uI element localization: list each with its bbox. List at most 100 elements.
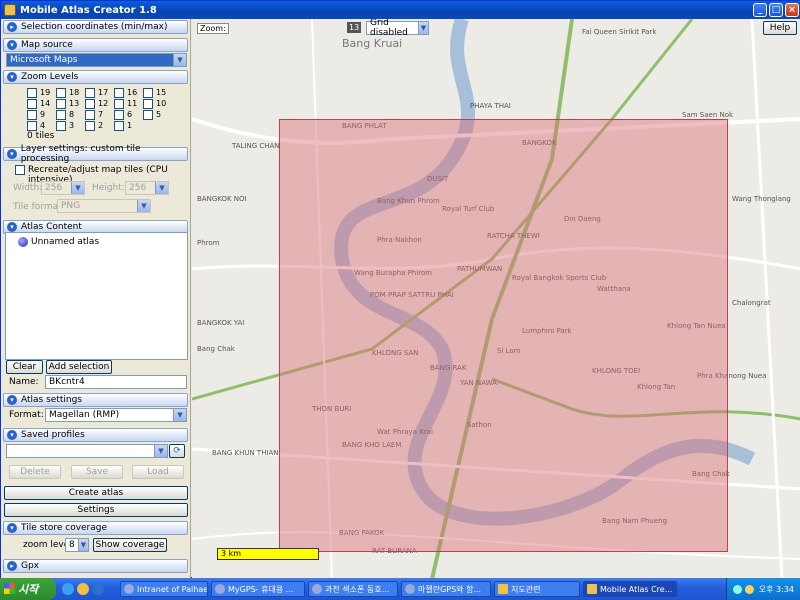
refresh-profiles-button[interactable]: ⟳ (169, 444, 185, 458)
selection-rectangle[interactable] (279, 119, 728, 552)
maximize-button[interactable]: □ (769, 3, 783, 17)
help-button[interactable]: Help (763, 21, 797, 35)
zoom-level-checkbox[interactable] (114, 88, 124, 98)
section-zoom-levels[interactable]: ▾ Zoom Levels (3, 70, 188, 84)
network-icon[interactable] (732, 584, 742, 594)
zoom-level-checkbox[interactable] (56, 121, 66, 131)
zoom-level-checkbox[interactable] (85, 110, 95, 120)
add-selection-button[interactable]: Add selection (46, 360, 112, 374)
zoom-level-checkbox[interactable] (114, 110, 124, 120)
section-selection-coordinates[interactable]: ▸ Selection coordinates (min/max) (3, 20, 188, 34)
atlas-format-select[interactable]: Magellan (RMP) ▼ (45, 408, 187, 422)
save-profile-button[interactable]: Save (71, 465, 123, 479)
zoom-level-checkbox[interactable] (85, 99, 95, 109)
map-place-label: Phrom (197, 239, 220, 247)
load-profile-button[interactable]: Load (132, 465, 184, 479)
browser-icon[interactable] (62, 583, 74, 595)
zoom-level-checkbox[interactable] (143, 99, 153, 109)
width-label: Width: (13, 183, 43, 193)
collapse-icon: ▾ (7, 40, 17, 50)
zoom-level-label: 2 (98, 121, 104, 130)
zoom-level-label: 12 (98, 99, 109, 108)
start-button[interactable]: 시작 (0, 578, 56, 600)
scale-bar: 3 km (217, 548, 319, 560)
profile-select[interactable]: ▼ (6, 444, 168, 458)
clear-button[interactable]: Clear (6, 360, 43, 374)
app-window: Mobile Atlas Creator 1.8 _ □ × ▸ Selectio… (0, 0, 800, 579)
section-gpx[interactable]: ▸ Gpx (3, 559, 188, 573)
atlas-format-label: Format: (9, 410, 44, 420)
taskbar-item[interactable]: Intranet of Palhae... (120, 581, 208, 597)
ie-icon[interactable] (92, 583, 104, 595)
zoom-level-checkbox[interactable] (27, 99, 37, 109)
section-tile-store-coverage[interactable]: ▾ Tile store coverage (3, 521, 188, 535)
left-panel: ▸ Selection coordinates (min/max) ▾ Map so… (1, 19, 191, 579)
taskbar-item[interactable]: 과천 색소폰 동호... (308, 581, 398, 597)
atlas-name-input[interactable]: BKcntr4 (45, 375, 187, 389)
volume-icon[interactable] (744, 584, 754, 594)
zoom-level-label: 5 (156, 110, 162, 119)
zoom-level-label: 14 (40, 99, 51, 108)
zoom-level-label: 15 (156, 88, 167, 97)
system-tray: 오후 3:34 (725, 578, 800, 600)
collapse-icon: ▾ (7, 149, 17, 159)
quick-launch (62, 583, 117, 595)
tile-count: 0 tiles (27, 131, 55, 141)
section-layer-settings[interactable]: ▾ Layer settings: custom tile processing (3, 144, 188, 164)
taskbar-item[interactable]: 지도관련 (494, 581, 580, 597)
atlas-tree[interactable]: Unnamed atlas (5, 232, 188, 360)
folder-icon[interactable] (77, 583, 89, 595)
refresh-icon: ⟳ (173, 446, 181, 456)
section-saved-profiles[interactable]: ▾ Saved profiles (3, 428, 188, 442)
taskbar-item[interactable]: MyGPS- 휴대용 ... (211, 581, 305, 597)
zoom-level-checkbox[interactable] (27, 88, 37, 98)
chevron-down-icon: ▼ (418, 22, 428, 34)
map-place-label: Sam Saen Nok (682, 111, 734, 119)
settings-button[interactable]: Settings (4, 503, 188, 517)
expand-icon: ▸ (7, 22, 17, 32)
chevron-down-icon: ▼ (78, 539, 88, 551)
collapse-icon: ▾ (7, 430, 17, 440)
coverage-zoom-select[interactable]: 8 ▼ (65, 538, 89, 552)
close-button[interactable]: × (785, 3, 799, 17)
zoom-level-checkbox[interactable] (85, 88, 95, 98)
create-atlas-button[interactable]: Create atlas (4, 486, 188, 500)
zoom-label: Zoom: (197, 23, 229, 34)
minimize-button[interactable]: _ (753, 3, 767, 17)
ie-icon (124, 584, 134, 594)
zoom-level-checkbox[interactable] (143, 110, 153, 120)
show-coverage-button[interactable]: Show coverage (93, 538, 167, 552)
atlas-tree-item[interactable]: Unnamed atlas (18, 237, 99, 247)
zoom-level-checkbox[interactable] (56, 88, 66, 98)
zoom-level-checkbox[interactable] (114, 121, 124, 131)
zoom-level-checkbox[interactable] (56, 99, 66, 109)
zoom-level-label: 13 (69, 99, 80, 108)
delete-profile-button[interactable]: Delete (9, 465, 61, 479)
zoom-level-checkbox[interactable] (114, 99, 124, 109)
recreate-tiles-checkbox[interactable] (15, 165, 25, 175)
section-map-source[interactable]: ▾ Map source (3, 38, 188, 52)
tile-width-select[interactable]: 256 ▼ (41, 181, 85, 195)
tile-format-select[interactable]: PNG ▼ (57, 199, 151, 213)
grid-select[interactable]: Grid disabled ▼ (366, 19, 429, 38)
zoom-level-checkbox[interactable] (56, 110, 66, 120)
map-source-select[interactable]: Microsoft Maps ▼ (6, 53, 187, 67)
zoom-level-label: 11 (127, 99, 138, 108)
title-bar[interactable]: Mobile Atlas Creator 1.8 _ □ × (1, 1, 800, 19)
zoom-level-checkbox[interactable] (27, 110, 37, 120)
map-view[interactable]: Bang Kruai PHAYA THAI BANG PHLAT TALING CHA… (192, 19, 800, 579)
zoom-level-checkbox[interactable] (143, 88, 153, 98)
zoom-level-checkbox[interactable] (27, 121, 37, 131)
zoom-level-label: 10 (156, 99, 167, 108)
taskbar-item[interactable]: 마젤란GPS와 함... (401, 581, 491, 597)
collapse-icon: ▾ (7, 72, 17, 82)
zoom-level-checkbox[interactable] (85, 121, 95, 131)
zoom-level-label: 19 (40, 88, 51, 97)
section-atlas-settings[interactable]: ▾ Atlas settings (3, 393, 188, 407)
height-label: Height: (92, 183, 125, 193)
taskbar-item-active[interactable]: Mobile Atlas Cre... (583, 581, 677, 597)
tile-height-select[interactable]: 256 ▼ (125, 181, 169, 195)
map-place-label: Chalongrat (732, 299, 771, 307)
map-place-label: BANGKOK YAI (197, 319, 245, 327)
zoom-level-label: 4 (40, 121, 46, 130)
